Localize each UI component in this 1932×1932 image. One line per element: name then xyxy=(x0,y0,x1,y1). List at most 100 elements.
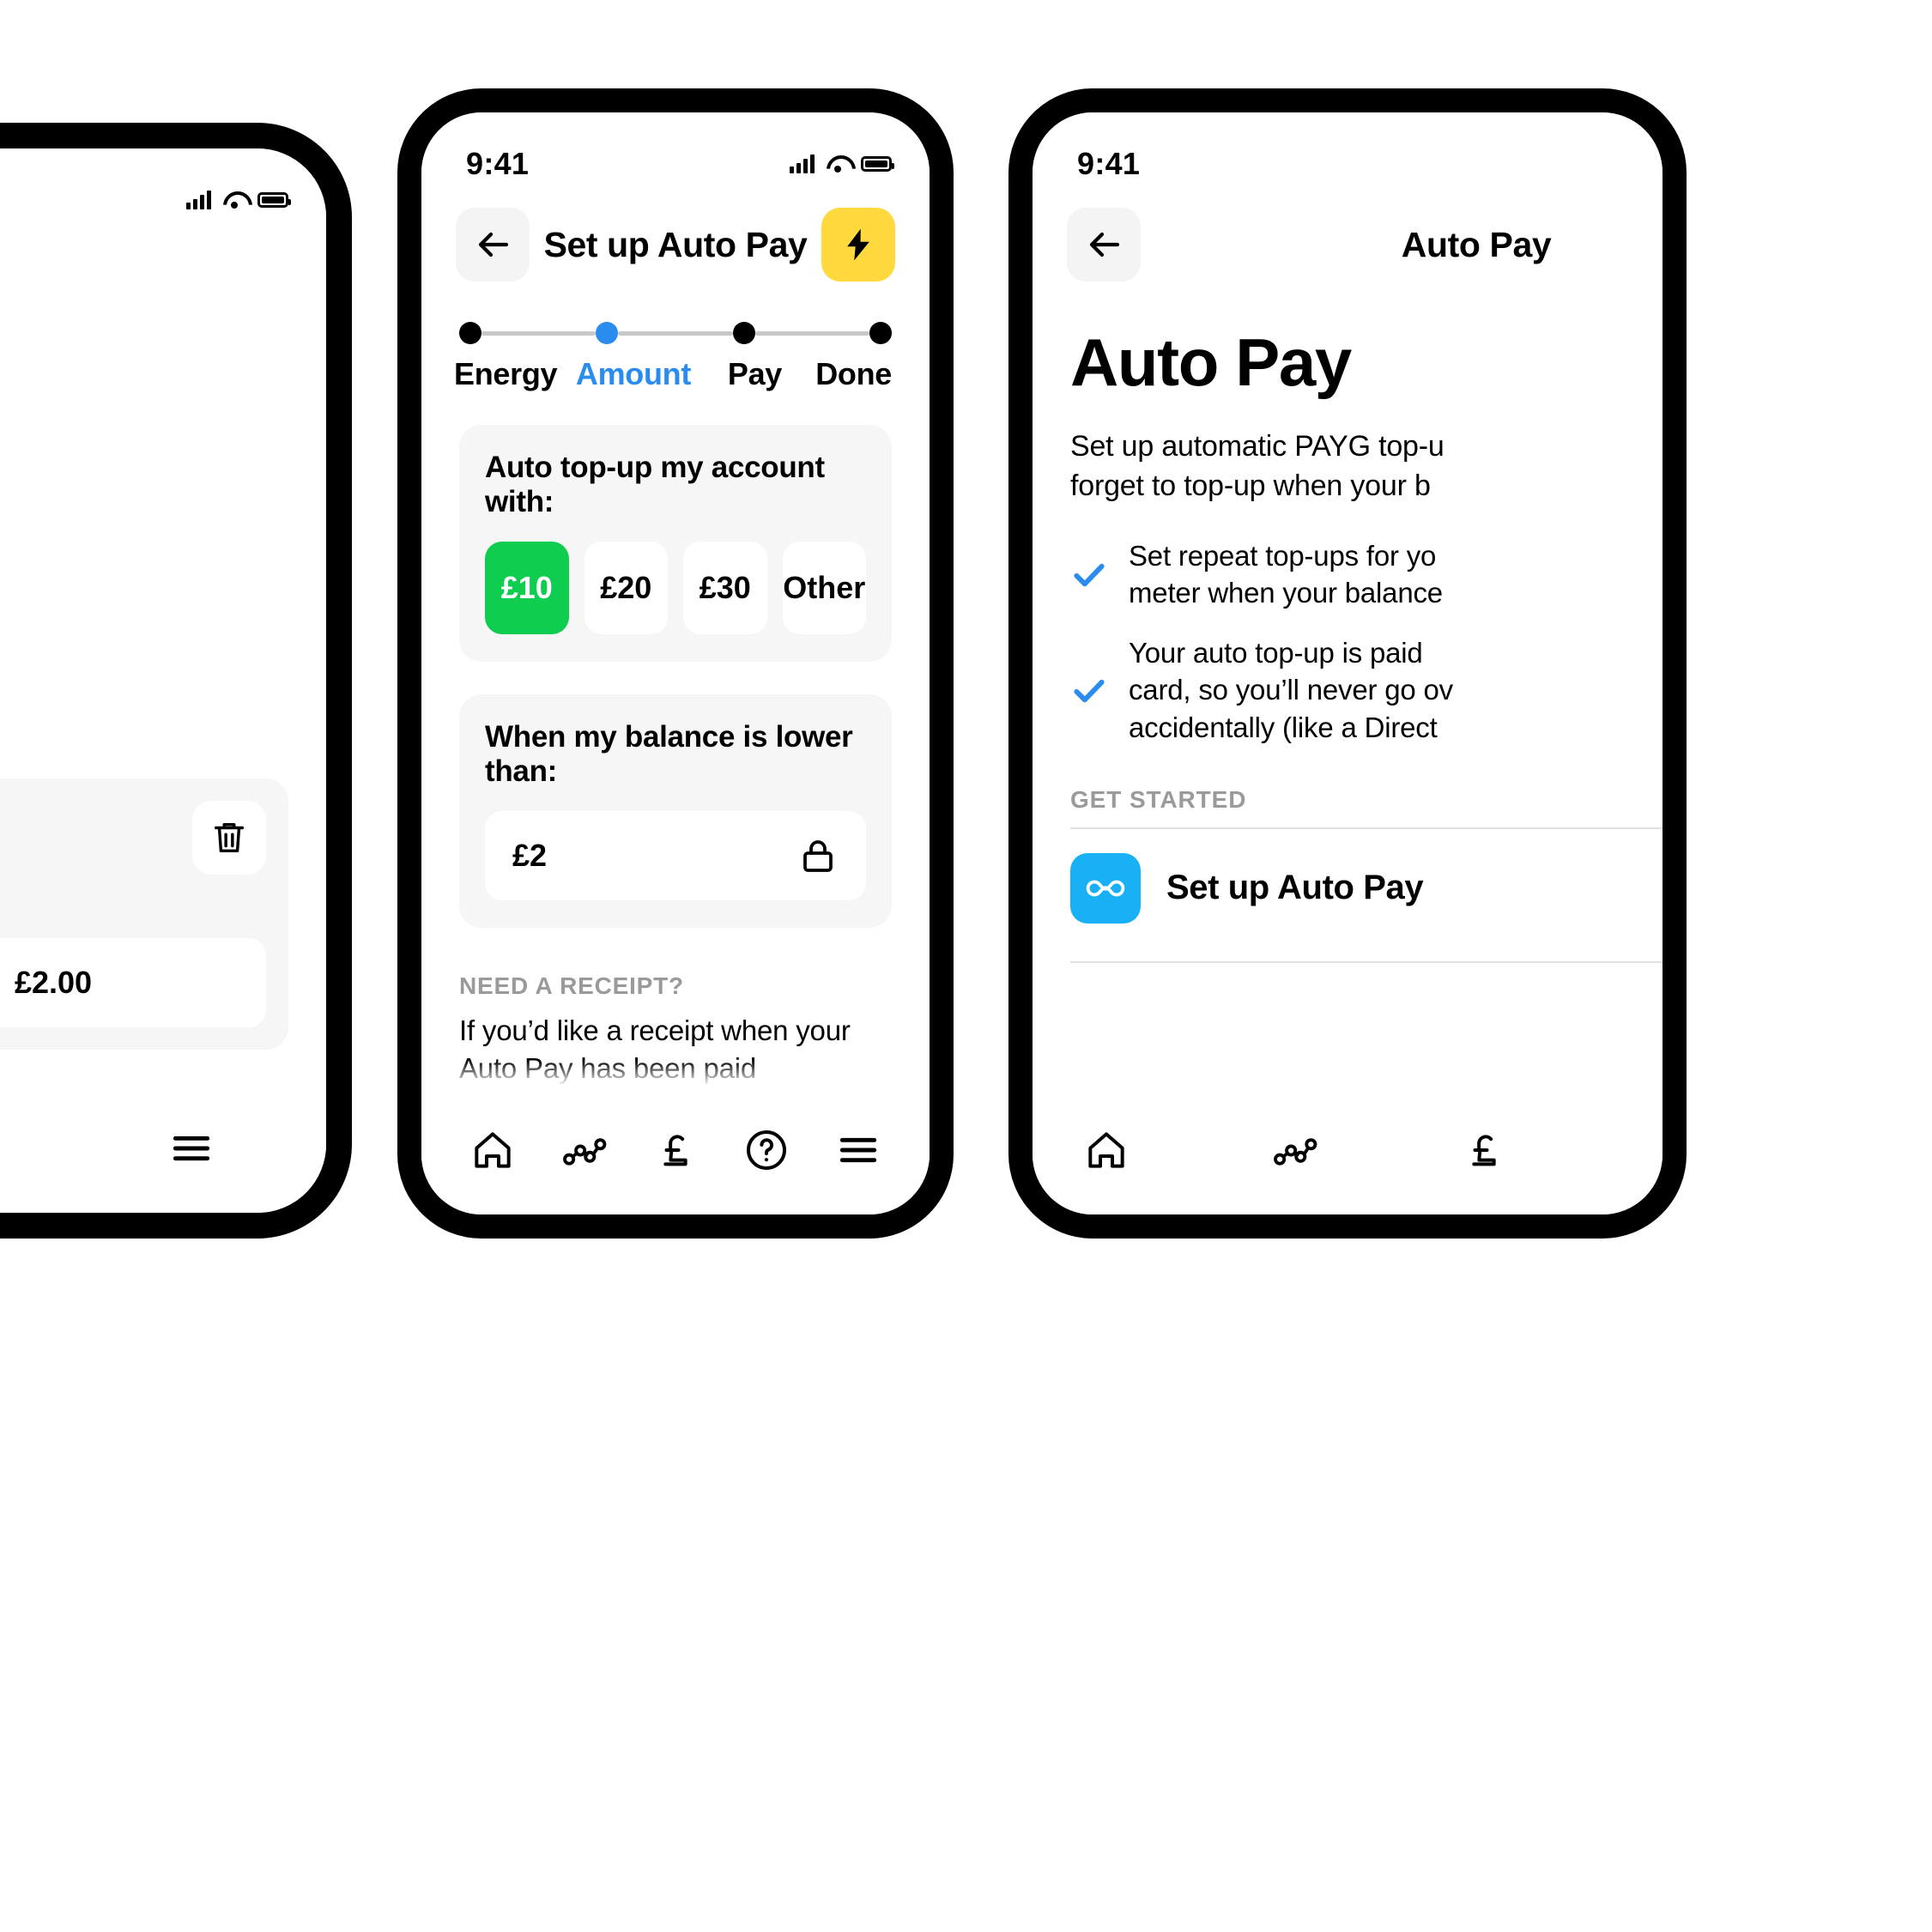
tab-home[interactable] xyxy=(1072,1116,1141,1184)
tab-home[interactable] xyxy=(458,1116,527,1184)
wifi-icon xyxy=(827,155,849,173)
step-dot-energy[interactable] xyxy=(459,322,481,344)
cellular-signal-icon xyxy=(790,154,815,173)
phone-left-screen: 9:41 Auto Pay c PAYG top-ups so you neve… xyxy=(0,148,326,1213)
delete-button[interactable] xyxy=(192,800,266,875)
step-line-3 xyxy=(754,330,869,336)
lightning-bolt-icon xyxy=(847,228,869,261)
tab-bar-left xyxy=(0,1084,326,1213)
usage-graph-icon xyxy=(1274,1138,1317,1166)
tab-usage[interactable] xyxy=(550,1116,619,1184)
page-title: Set up Auto Pay xyxy=(543,224,808,264)
topup-card-title: Auto top-up my account with: xyxy=(485,451,825,518)
tab-bar-middle xyxy=(421,1086,930,1214)
tab-menu[interactable] xyxy=(157,1114,226,1183)
amount-option-10[interactable]: £10 xyxy=(485,542,569,634)
phone-mockup-middle: 9:41 Set up Auto Pay Energy Amount Pay D… xyxy=(397,88,954,1239)
list-divider-bottom xyxy=(1070,960,1662,963)
status-bar: 9:41 xyxy=(421,112,930,186)
credit-card-header xyxy=(0,800,266,875)
amount-option-20[interactable]: £20 xyxy=(584,542,668,634)
amount-options-row: £10 £20 £30 Other xyxy=(485,542,866,634)
hamburger-menu-icon xyxy=(839,1137,876,1163)
stepper-labels: Energy Amount Pay Done xyxy=(454,356,892,392)
left-paragraph-1: c PAYG top-ups so you never when your ba… xyxy=(0,404,288,481)
list-item-label: Set up Auto Pay xyxy=(1166,869,1424,907)
step-line-1 xyxy=(481,330,597,336)
step-label-amount: Amount xyxy=(575,356,692,391)
hamburger-menu-icon xyxy=(173,1136,210,1161)
progress-stepper: Energy Amount Pay Done xyxy=(421,289,930,392)
stepper-track xyxy=(459,318,892,348)
benefit-text: Your auto top-up is paid card, so you’ll… xyxy=(1129,636,1453,743)
threshold-value: £2 xyxy=(512,838,548,873)
threshold-field[interactable]: £2 xyxy=(485,811,866,900)
credit-limit-card: Credit limit £2.00 xyxy=(0,778,288,1050)
quick-action-button[interactable] xyxy=(821,208,895,282)
balance-threshold-card: When my balance is lower than: £2 xyxy=(459,694,892,928)
nav-bar-left: Auto Pay xyxy=(0,222,326,325)
usage-graph-icon xyxy=(562,1138,606,1166)
step-label-energy: Energy xyxy=(454,356,558,391)
step-dot-done[interactable] xyxy=(869,322,892,344)
auto-pay-tile xyxy=(1070,852,1141,924)
tab-help[interactable] xyxy=(732,1116,801,1184)
tab-menu[interactable] xyxy=(824,1116,893,1184)
tab-payments[interactable] xyxy=(641,1116,710,1184)
right-content: Auto Pay Set up automatic PAYG top-u for… xyxy=(1033,324,1662,963)
scroll-fade xyxy=(421,1060,930,1086)
step-label-pay: Pay xyxy=(727,356,783,391)
lock-icon xyxy=(803,840,833,872)
phone-middle-screen: 9:41 Set up Auto Pay Energy Amount Pay D… xyxy=(421,112,930,1214)
arrow-left-icon xyxy=(1089,232,1120,257)
back-button[interactable] xyxy=(456,208,530,282)
receipt-eyebrow: NEED A RECEIPT? xyxy=(459,972,684,999)
status-bar: 9:41 xyxy=(0,148,326,222)
screen-heading: Auto Pay xyxy=(1070,324,1352,400)
trash-icon xyxy=(214,822,245,852)
status-icons xyxy=(186,191,291,209)
step-dot-pay[interactable] xyxy=(732,322,755,344)
battery-icon xyxy=(257,192,291,208)
wifi-icon xyxy=(223,191,245,209)
arrow-left-icon xyxy=(478,232,509,257)
credit-limit-label: Credit limit xyxy=(0,883,266,919)
home-icon xyxy=(1088,1132,1124,1168)
back-button[interactable] xyxy=(1067,208,1141,282)
amount-option-30[interactable]: £30 xyxy=(683,542,767,634)
home-icon xyxy=(475,1132,511,1168)
screenshot-canvas: 9:41 Auto Pay c PAYG top-ups so you neve… xyxy=(0,0,1932,1932)
page-title: Auto Pay xyxy=(1401,224,1552,264)
credit-limit-value[interactable]: £2.00 xyxy=(0,937,266,1027)
benefit-list: Set repeat top-ups for yo meter when you… xyxy=(1070,537,1662,747)
battery-icon xyxy=(861,156,894,172)
left-content: c PAYG top-ups so you never when your ba… xyxy=(0,404,326,1050)
nav-bar-right: Auto Pay xyxy=(1033,186,1662,289)
get-started-label: GET STARTED xyxy=(1070,785,1247,813)
nav-bar-middle: Set up Auto Pay xyxy=(421,186,930,289)
amount-option-other[interactable]: Other xyxy=(782,542,866,634)
check-icon xyxy=(1074,564,1105,587)
phone-mockup-right: 9:41 Auto Pay Auto Pay Set up automatic … xyxy=(1008,88,1687,1239)
list-item-setup-auto-pay[interactable]: Set up Auto Pay xyxy=(1070,829,1662,948)
benefit-text: Set repeat top-ups for yo meter when you… xyxy=(1129,539,1443,609)
topup-amount-card: Auto top-up my account with: £10 £20 £30… xyxy=(459,425,892,662)
step-dot-amount[interactable] xyxy=(596,322,619,344)
cellular-signal-icon xyxy=(186,191,211,209)
tab-help[interactable] xyxy=(0,1114,9,1183)
status-icons xyxy=(790,154,894,173)
status-time: 9:41 xyxy=(1077,146,1141,181)
left-paragraph-3: op-up is paid with your bank ll never go… xyxy=(0,629,288,744)
tab-payments[interactable] xyxy=(1450,1116,1518,1184)
step-label-done: Done xyxy=(815,356,892,391)
tab-usage[interactable] xyxy=(1261,1116,1329,1184)
step-line-2 xyxy=(618,330,733,336)
status-time: 9:41 xyxy=(466,146,530,181)
intro-text: Set up automatic PAYG top-u forget to to… xyxy=(1070,430,1444,502)
pound-icon xyxy=(1472,1135,1496,1166)
phone-right-screen: 9:41 Auto Pay Auto Pay Set up automatic … xyxy=(1033,112,1662,1214)
threshold-card-title: When my balance is lower than: xyxy=(485,720,853,788)
left-paragraph-2: op-ups for your PAYG your balance reache… xyxy=(0,517,288,593)
benefit-item: Your auto top-up is paid card, so you’ll… xyxy=(1070,634,1662,747)
